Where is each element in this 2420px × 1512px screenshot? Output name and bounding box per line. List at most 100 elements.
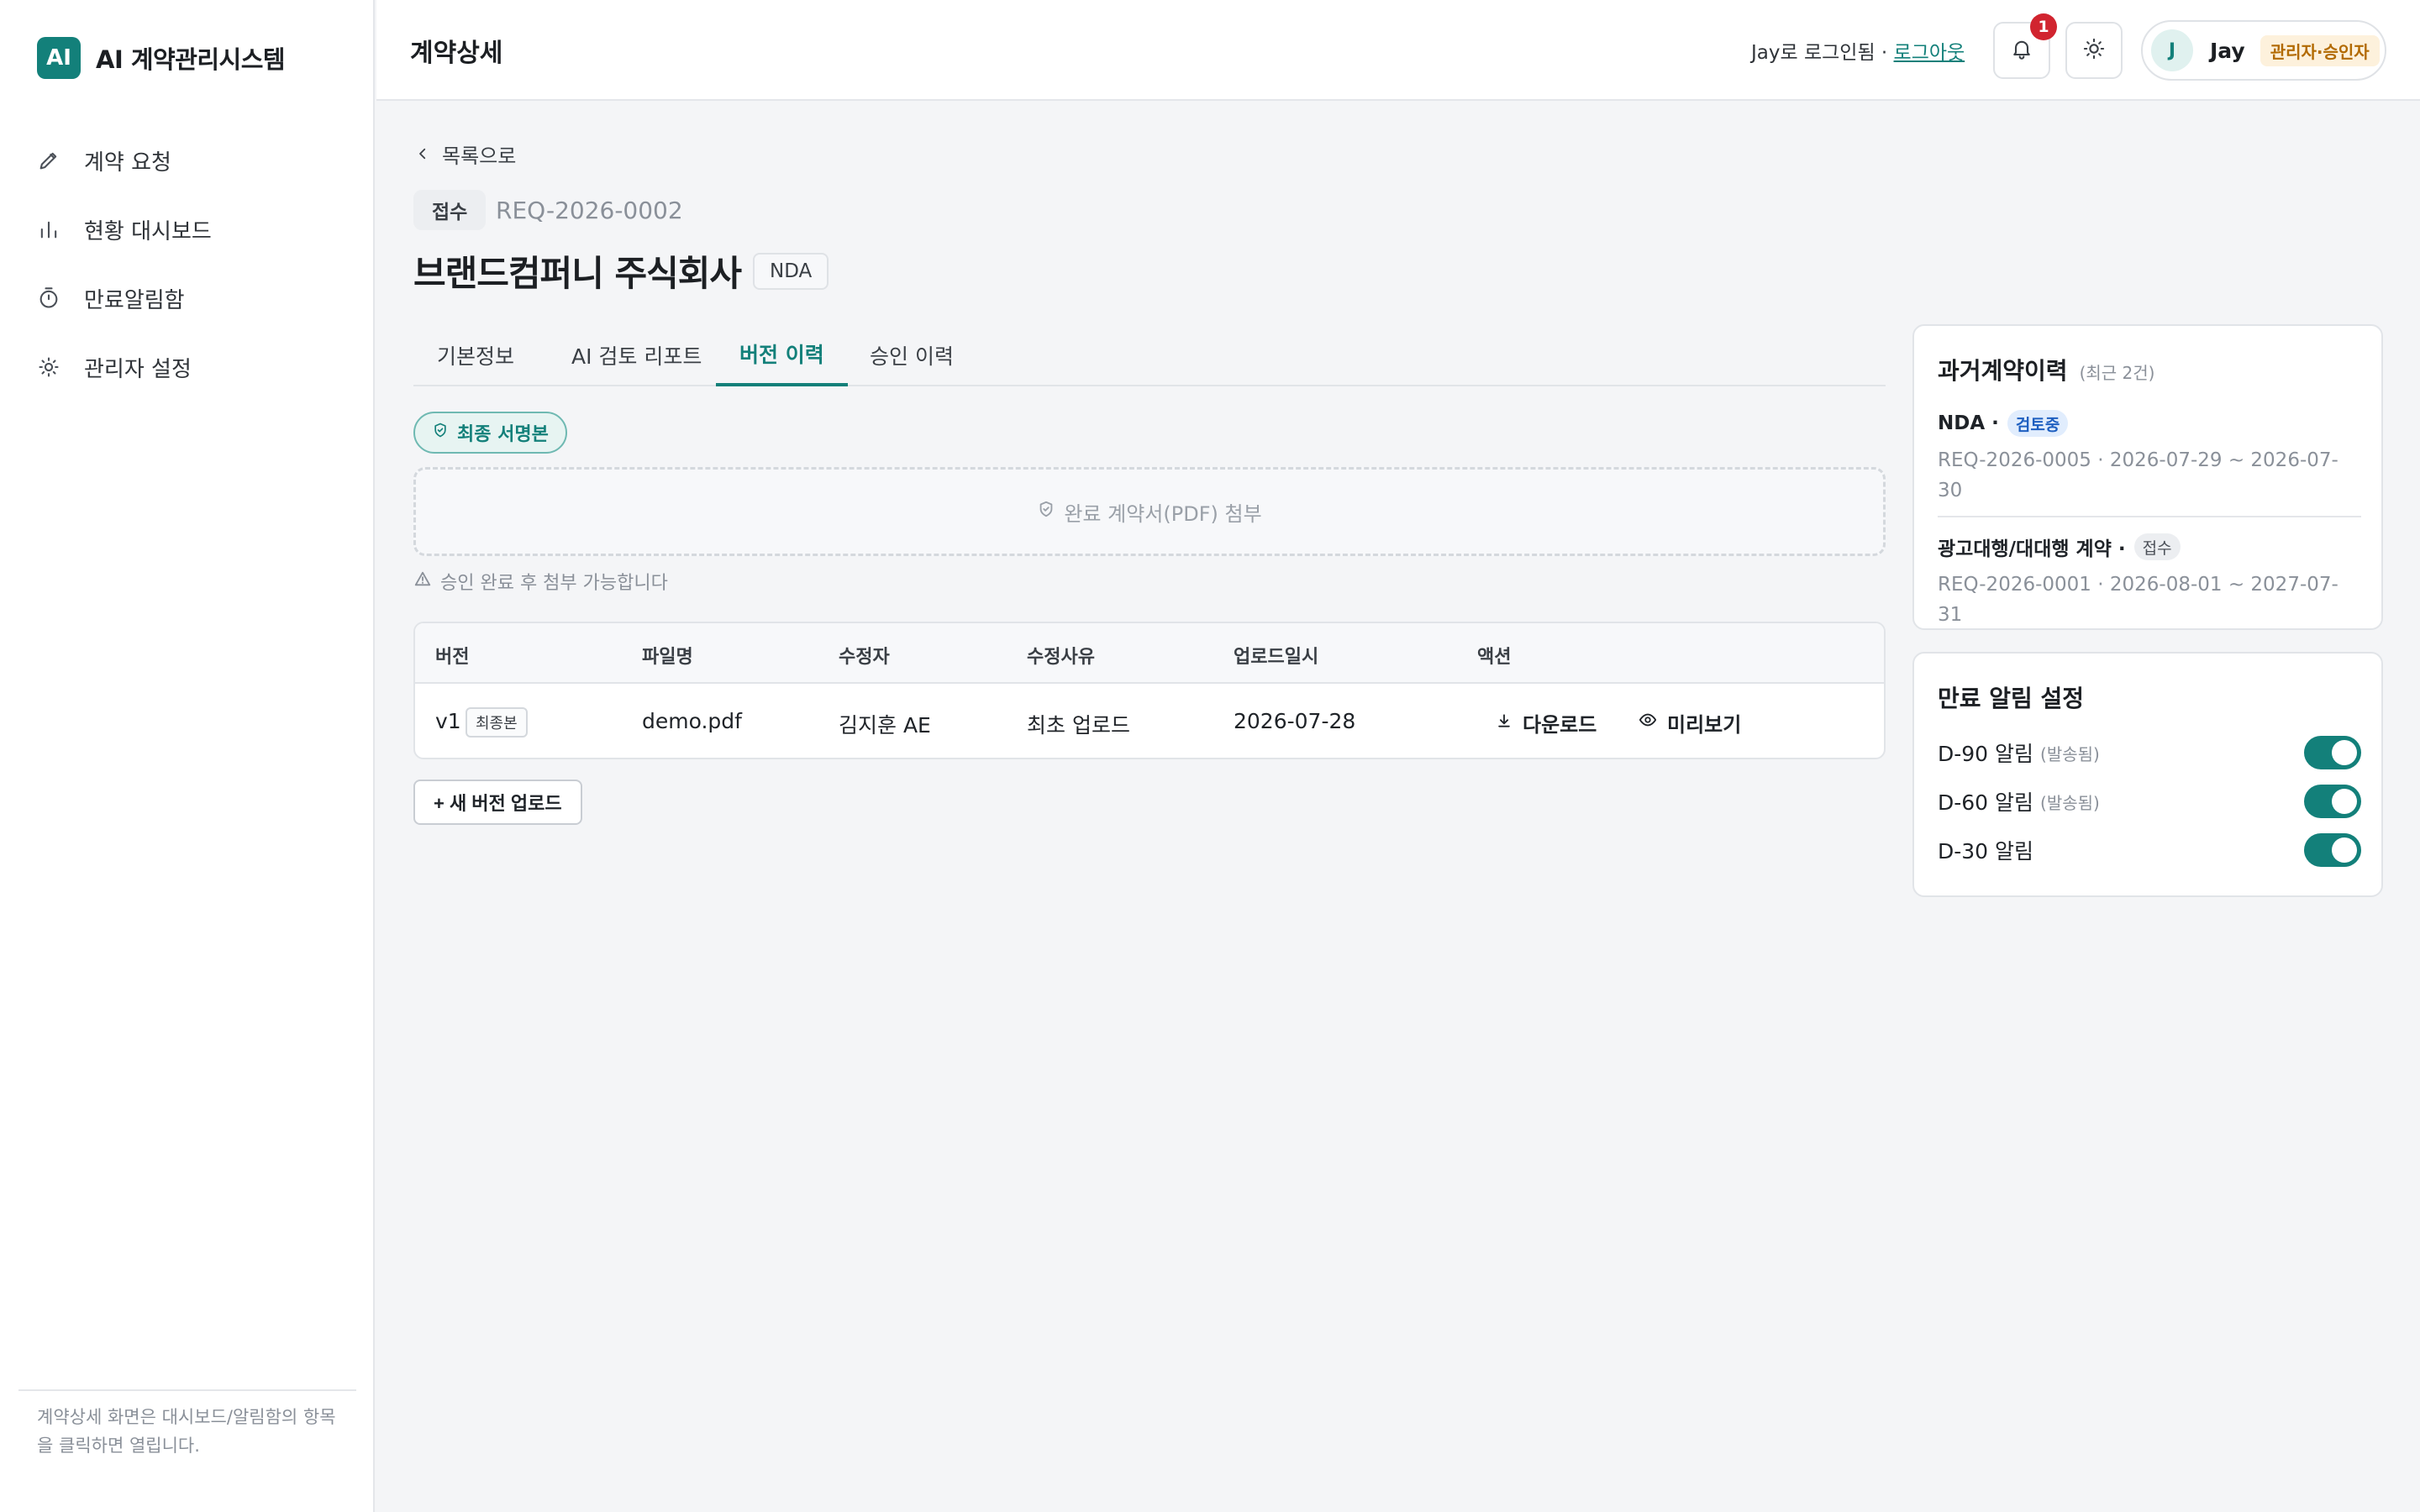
sidebar-item-admin-settings[interactable]: 관리자 설정 (37, 333, 212, 402)
past-contract-header: 광고대행/대대행 계약 · 접수 (1938, 533, 2361, 561)
sidebar-item-label: 관리자 설정 (84, 356, 192, 382)
version-number: v1 (435, 709, 461, 733)
sidebar-nav: 계약 요청 현황 대시보드 만료알림함 관리자 설정 (37, 126, 212, 402)
tab-version-history[interactable]: 버전 이력 (716, 324, 848, 386)
attach-warning-text: 승인 완료 후 첨부 가능합니다 (440, 573, 668, 594)
settings-icon (37, 350, 71, 384)
bell-icon (2010, 37, 2033, 64)
pencil-icon (37, 144, 71, 177)
attach-warning: 승인 완료 후 첨부 가능합니다 (413, 568, 668, 595)
list-divider (1938, 516, 2361, 517)
bar-chart-icon (37, 213, 71, 246)
download-button[interactable]: 다운로드 (1496, 704, 1597, 741)
upload-date: 2026-07-28 (1234, 709, 1356, 733)
timer-icon (37, 281, 71, 315)
download-icon (1496, 711, 1512, 734)
toggle-knob (2332, 837, 2357, 863)
toggle-knob (2332, 789, 2357, 814)
status-badge: 접수 (2133, 533, 2181, 560)
status-badge: 검토중 (2007, 410, 2069, 437)
d60-alert-toggle[interactable] (2304, 785, 2361, 818)
column-header-file: 파일명 (642, 647, 693, 668)
tab-basic-info[interactable]: 기본정보 (413, 324, 538, 386)
app-name: AI 계약관리시스템 (96, 45, 286, 74)
sidebar-divider (18, 1389, 356, 1391)
final-signed-badge: 최종 서명본 (413, 412, 567, 454)
latest-version-tag: 최종본 (466, 707, 528, 738)
column-header-version: 버전 (435, 647, 470, 668)
notifications-button[interactable]: 1 (1993, 13, 2057, 79)
editor-name: 김지훈 AE (839, 713, 931, 738)
sidebar-item-label: 계약 요청 (84, 150, 171, 176)
top-bar: 계약상세 Jay로 로그인됨 · 로그아웃 1 J Jay 관리자·승인자 (376, 0, 2420, 101)
past-contracts-title: 과거계약이력 (1938, 357, 2068, 385)
shield-check-icon (432, 422, 449, 444)
sidebar-item-dashboard[interactable]: 현황 대시보드 (37, 195, 212, 264)
shield-check-icon (1037, 500, 1055, 523)
column-header-editor: 수정자 (839, 647, 890, 668)
past-contracts-panel: 과거계약이력 (최근 2건) NDA · 검토중 REQ-2026-0005 · … (1912, 324, 2383, 630)
back-to-list-link[interactable]: 목록으로 (415, 139, 516, 169)
sidebar-item-label: 만료알림함 (84, 287, 185, 313)
dropzone-label: 완료 계약서(PDF) 첨부 (1064, 501, 1262, 526)
panel-title: 과거계약이력 (최근 2건) (1938, 353, 2154, 386)
app-logo: AI (37, 37, 81, 79)
download-label: 다운로드 (1523, 712, 1597, 737)
version-table: 버전 파일명 수정자 수정사유 업로드일시 액션 v1 최종본 demo.pdf… (413, 622, 1886, 759)
contract-title-row: 브랜드컴퍼니 주식회사 NDA (413, 245, 829, 297)
tab-approval-history[interactable]: 승인 이력 (846, 324, 977, 386)
request-id: REQ-2026-0002 (496, 197, 683, 224)
sidebar: AI AI 계약관리시스템 계약 요청 현황 대시보드 만료알림함 관리자 설정… (0, 0, 375, 1512)
detail-tabs: 기본정보 AI 검토 리포트 버전 이력 승인 이력 (413, 324, 1886, 386)
column-header-uploaded: 업로드일시 (1234, 647, 1319, 668)
alert-label: D-60 알림 (1938, 790, 2034, 815)
status-badge: 접수 (413, 190, 487, 230)
logout-link[interactable]: 로그아웃 (1894, 42, 1965, 64)
brand[interactable]: AI AI 계약관리시스템 (37, 37, 286, 79)
sidebar-item-expiry-inbox[interactable]: 만료알림함 (37, 264, 212, 333)
preview-button[interactable]: 미리보기 (1639, 704, 1741, 741)
past-contract-header: NDA · 검토중 (1938, 410, 2361, 437)
table-header: 버전 파일명 수정자 수정사유 업로드일시 액션 (415, 623, 1884, 684)
chevron-left-icon (415, 143, 430, 166)
list-item[interactable]: 광고대행/대대행 계약 · 접수 REQ-2026-0001 · 2026-08… (1938, 533, 2361, 630)
expiry-alerts-title: 만료 알림 설정 (1938, 685, 2085, 712)
list-item[interactable]: NDA · 검토중 REQ-2026-0005 · 2026-07-29 ~ 2… (1938, 410, 2361, 506)
edit-reason: 최초 업로드 (1027, 713, 1130, 738)
user-menu[interactable]: J Jay 관리자·승인자 (2141, 20, 2386, 81)
preview-label: 미리보기 (1667, 712, 1742, 737)
alert-sent-note: (발송됨) (2040, 743, 2100, 764)
avatar: J (2151, 29, 2193, 71)
alert-label: D-90 알림 (1938, 742, 2034, 766)
past-contract-meta: REQ-2026-0005 · 2026-07-29 ~ 2026-07-30 (1938, 449, 2338, 501)
past-contracts-count: (최근 2건) (2079, 363, 2155, 383)
d30-alert-toggle[interactable] (2304, 833, 2361, 867)
upload-new-version-button[interactable]: + 새 버전 업로드 (413, 780, 582, 825)
sidebar-item-label: 현황 대시보드 (84, 218, 212, 244)
d90-alert-toggle[interactable] (2304, 736, 2361, 769)
alert-sent-note: (발송됨) (2040, 792, 2100, 813)
expiry-alerts-panel: 만료 알림 설정 D-90 알림 (발송됨) D-60 알림 (발송됨) D-3… (1912, 652, 2383, 897)
table-row: v1 최종본 demo.pdf 김지훈 AE 최초 업로드 2026-07-28… (415, 684, 1884, 758)
sidebar-item-contract-request[interactable]: 계약 요청 (37, 126, 212, 195)
eye-icon (1639, 711, 1657, 734)
user-name: Jay (2210, 38, 2245, 63)
toggle-knob (2332, 740, 2357, 765)
file-name: demo.pdf (642, 709, 742, 733)
past-contract-type: 광고대행/대대행 계약 · (1938, 538, 2126, 560)
past-contract-type: NDA · (1938, 412, 1999, 434)
login-status: Jay로 로그인됨 · 로그아웃 (1751, 36, 1965, 65)
signed-pdf-dropzone[interactable]: 완료 계약서(PDF) 첨부 (413, 467, 1886, 556)
sidebar-help-note: 계약상세 화면은 대시보드/알림함의 항목을 클릭하면 열립니다. (37, 1407, 336, 1456)
tab-ai-review-report[interactable]: AI 검토 리포트 (548, 324, 725, 386)
column-header-reason: 수정사유 (1027, 647, 1095, 668)
page-title: 계약상세 (410, 39, 503, 68)
alert-row-d60: D-60 알림 (발송됨) (1938, 783, 2361, 820)
notification-count-badge: 1 (2030, 13, 2057, 40)
theme-toggle-button[interactable] (2065, 22, 2123, 79)
back-link-label: 목록으로 (442, 144, 517, 168)
role-badge: 관리자·승인자 (2260, 34, 2380, 66)
alert-row-d90: D-90 알림 (발송됨) (1938, 734, 2361, 771)
warning-triangle-icon (413, 570, 432, 593)
alert-label: D-30 알림 (1938, 839, 2034, 864)
